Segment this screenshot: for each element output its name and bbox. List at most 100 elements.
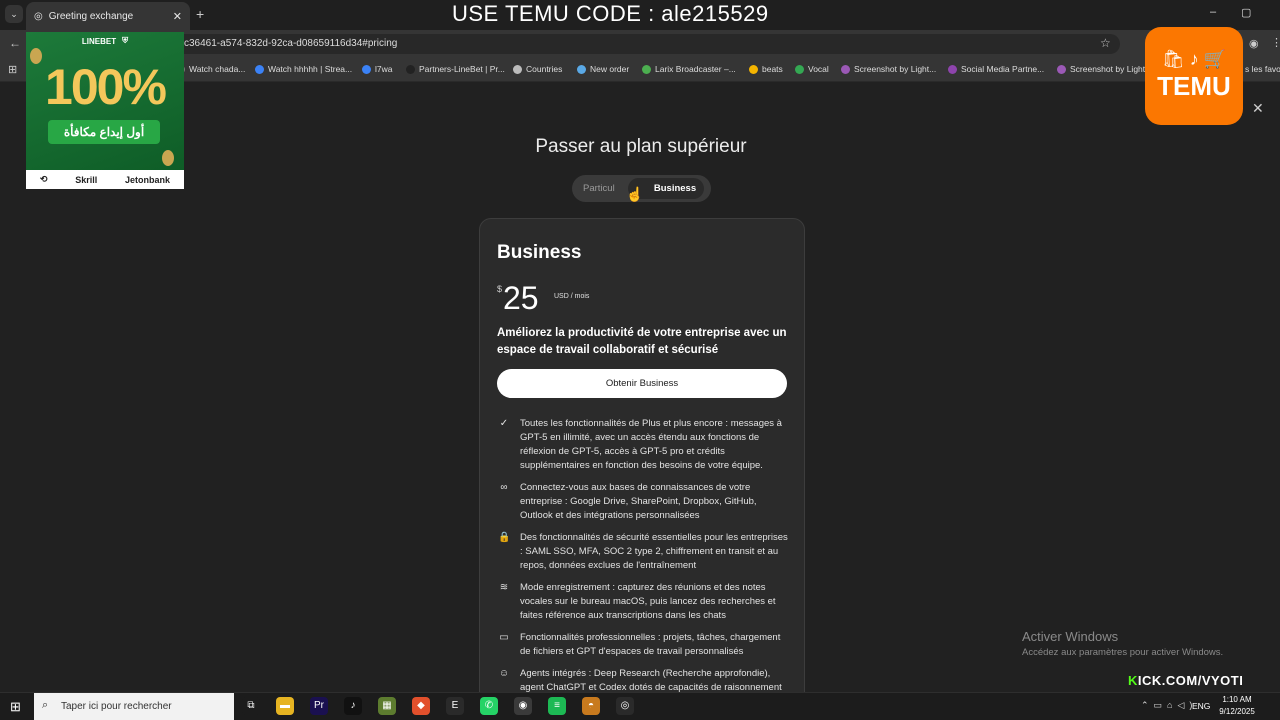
bookmark-label: beats bbox=[762, 64, 783, 74]
bookmark-item[interactable]: Countries bbox=[513, 64, 562, 74]
bookmark-favicon-icon bbox=[255, 64, 264, 74]
bookmark-item[interactable]: Watch hhhhh | Strea... bbox=[255, 64, 352, 74]
search-icon: ⌕ bbox=[42, 699, 49, 711]
system-tray[interactable]: ⌃▭⌂◁) bbox=[1141, 700, 1197, 711]
globe-icon: ◎ bbox=[34, 10, 43, 22]
temu-logo: TEMU bbox=[1157, 71, 1231, 101]
jetonbank-logo: Jetonbank bbox=[125, 174, 171, 185]
temu-ad[interactable]: 🛍 ♪ 🛒 TEMU bbox=[1145, 27, 1243, 125]
menu-icon[interactable]: ⋮ bbox=[1271, 36, 1280, 49]
bookmark-item[interactable]: Screenshot by Light... bbox=[841, 64, 936, 74]
bookmark-favicon-icon bbox=[795, 64, 804, 74]
feature-item: Mode enregistrement : capturez des réuni… bbox=[520, 582, 776, 621]
app-icon[interactable]: ◓ bbox=[582, 697, 600, 715]
browser-tab[interactable]: ◎ Greeting exchange ✕ bbox=[26, 2, 190, 30]
bookmark-item[interactable]: Partners-LineBet | Pr... bbox=[406, 64, 505, 74]
clock-time: 1:10 AM bbox=[1222, 695, 1252, 704]
tab-title: Greeting exchange bbox=[48, 10, 134, 22]
brave-icon[interactable]: ◆ bbox=[412, 697, 430, 715]
bookmark-item[interactable]: Vocal bbox=[795, 64, 829, 74]
bookmark-label: Screenshot by Light... bbox=[854, 64, 937, 74]
ad-percent: 100% bbox=[45, 59, 167, 115]
tab-search-button[interactable]: ⌄ bbox=[5, 5, 23, 23]
premiere-icon[interactable]: Pr bbox=[310, 697, 328, 715]
spotify-icon[interactable]: ≡ bbox=[548, 697, 566, 715]
bookmark-label: Screenshot by Light... bbox=[1070, 64, 1153, 74]
clock[interactable]: 1:10 AM 9/12/2025 bbox=[1214, 694, 1260, 718]
bookmark-item[interactable]: Watch chada... bbox=[176, 64, 245, 74]
bookmark-label: Watch chada... bbox=[189, 64, 246, 74]
back-icon[interactable]: ← bbox=[9, 36, 21, 50]
feature-item: Des fonctionnalités de sécurité essentie… bbox=[520, 532, 788, 571]
bookmark-favicon-icon bbox=[362, 64, 371, 74]
price-value: 25 bbox=[503, 280, 539, 316]
skrill-logo: Skrill bbox=[75, 174, 98, 185]
bookmark-label: Countries bbox=[526, 64, 563, 74]
chrome-icon[interactable]: ◉ bbox=[514, 697, 532, 715]
close-icon[interactable]: ✕ bbox=[1252, 100, 1264, 117]
minecraft-icon[interactable]: ▦ bbox=[378, 697, 396, 715]
task-view-icon[interactable]: ⧉ bbox=[242, 697, 260, 715]
obs-icon[interactable]: ◎ bbox=[616, 697, 634, 715]
bookmark-item[interactable]: Social Media Partne... bbox=[948, 64, 1044, 74]
bookmark-favicon-icon bbox=[642, 64, 651, 74]
bookmark-label: Larix Broadcaster –... bbox=[655, 64, 736, 74]
temu-logo-icons: 🛍 ♪ 🛒 bbox=[1161, 49, 1227, 69]
clock-date: 9/12/2025 bbox=[1219, 707, 1255, 716]
link-icon: ∞ bbox=[500, 482, 508, 493]
activate-windows-subtitle: Accédez aux paramètres pour activer Wind… bbox=[1022, 647, 1224, 658]
plan-name: Business bbox=[497, 242, 582, 263]
profile-icon[interactable]: ◉ bbox=[1249, 37, 1259, 50]
ad-payment-partners: ⟲ Skrill Jetonbank bbox=[26, 170, 184, 189]
feature-item: Fonctionnalités professionnelles : proje… bbox=[520, 632, 781, 657]
bookmark-favicon-icon bbox=[948, 64, 957, 74]
activate-windows-title: Activer Windows bbox=[1022, 629, 1119, 644]
minimize-icon[interactable]: – bbox=[1210, 6, 1216, 18]
bookmark-star-icon[interactable]: ☆ bbox=[1100, 36, 1111, 50]
bookmark-favicon-icon bbox=[577, 64, 586, 74]
bookmark-item[interactable]: beats bbox=[749, 64, 783, 74]
bookmark-item[interactable]: Larix Broadcaster –... bbox=[642, 64, 736, 74]
kick-rest: ICK.COM/VYOTI bbox=[1137, 673, 1244, 688]
bookmark-label: New order bbox=[590, 64, 630, 74]
bookmark-favicon-icon bbox=[406, 64, 415, 74]
lock-icon: 🔒 bbox=[498, 532, 511, 543]
bookmark-favicon-icon bbox=[513, 64, 522, 74]
linebet-ad[interactable]: LINEBET ⛨ 100% أول إيداع مكافأة ⟲ Skrill … bbox=[26, 32, 184, 189]
bookmark-label: Social Media Partne... bbox=[961, 64, 1045, 74]
bookmark-favicon-icon bbox=[1057, 64, 1066, 74]
tiktok-icon[interactable]: ♪ bbox=[344, 697, 362, 715]
maximize-icon[interactable]: ▢ bbox=[1241, 6, 1251, 19]
feature-item: Agents intégrés : Deep Research (Recherc… bbox=[520, 668, 782, 692]
bookmark-item[interactable]: Screenshot by Light... bbox=[1057, 64, 1152, 74]
bookmark-item[interactable]: New order bbox=[577, 64, 629, 74]
agent-icon: ☺ bbox=[498, 668, 510, 679]
new-tab-button[interactable]: + bbox=[196, 6, 204, 22]
bookmark-label: Partners-LineBet | Pr... bbox=[419, 64, 505, 74]
epic-games-icon[interactable]: E bbox=[446, 697, 464, 715]
plan-description: Améliorez la productivité de votre entre… bbox=[497, 327, 787, 356]
address-bar[interactable]: c36461-a574-832d-92ca-d08659116d34#prici… bbox=[28, 34, 1120, 54]
windows-start-icon[interactable]: ⊞ bbox=[10, 699, 21, 715]
bookmark-label: Watch hhhhh | Strea... bbox=[268, 64, 353, 74]
bookmark-label: l7wa bbox=[375, 64, 393, 74]
overlay-promo-text: USE TEMU CODE : ale215529 bbox=[452, 1, 769, 26]
bookmark-label: s les favori bbox=[1245, 64, 1280, 74]
bookmark-item[interactable]: l7wa bbox=[362, 64, 392, 74]
bookmark-favicon-icon bbox=[749, 64, 758, 74]
sparkle-check-icon: ✓ bbox=[499, 418, 509, 429]
linebet-logo: LINEBET bbox=[81, 36, 117, 46]
language-indicator[interactable]: ENG bbox=[1192, 701, 1210, 711]
apps-grid-icon[interactable]: ⊞ bbox=[8, 63, 17, 76]
bookmark-label: Vocal bbox=[808, 64, 829, 74]
waveform-icon: ≋ bbox=[499, 582, 509, 593]
toggle-personal[interactable]: Particul bbox=[583, 183, 615, 194]
taskbar-search[interactable]: Taper ici pour rechercher bbox=[34, 693, 234, 720]
close-tab-icon[interactable]: ✕ bbox=[173, 10, 182, 23]
kick-channel-label: KICK.COM/VYOTI bbox=[1128, 673, 1243, 688]
file-explorer-icon[interactable]: ▬ bbox=[276, 697, 294, 715]
payment-logo-icon: ⟲ bbox=[39, 174, 48, 184]
get-business-button[interactable]: Obtenir Business bbox=[497, 369, 787, 398]
feature-item: Connectez-vous aux bases de connaissance… bbox=[520, 482, 757, 521]
whatsapp-icon[interactable]: ✆ bbox=[480, 697, 498, 715]
